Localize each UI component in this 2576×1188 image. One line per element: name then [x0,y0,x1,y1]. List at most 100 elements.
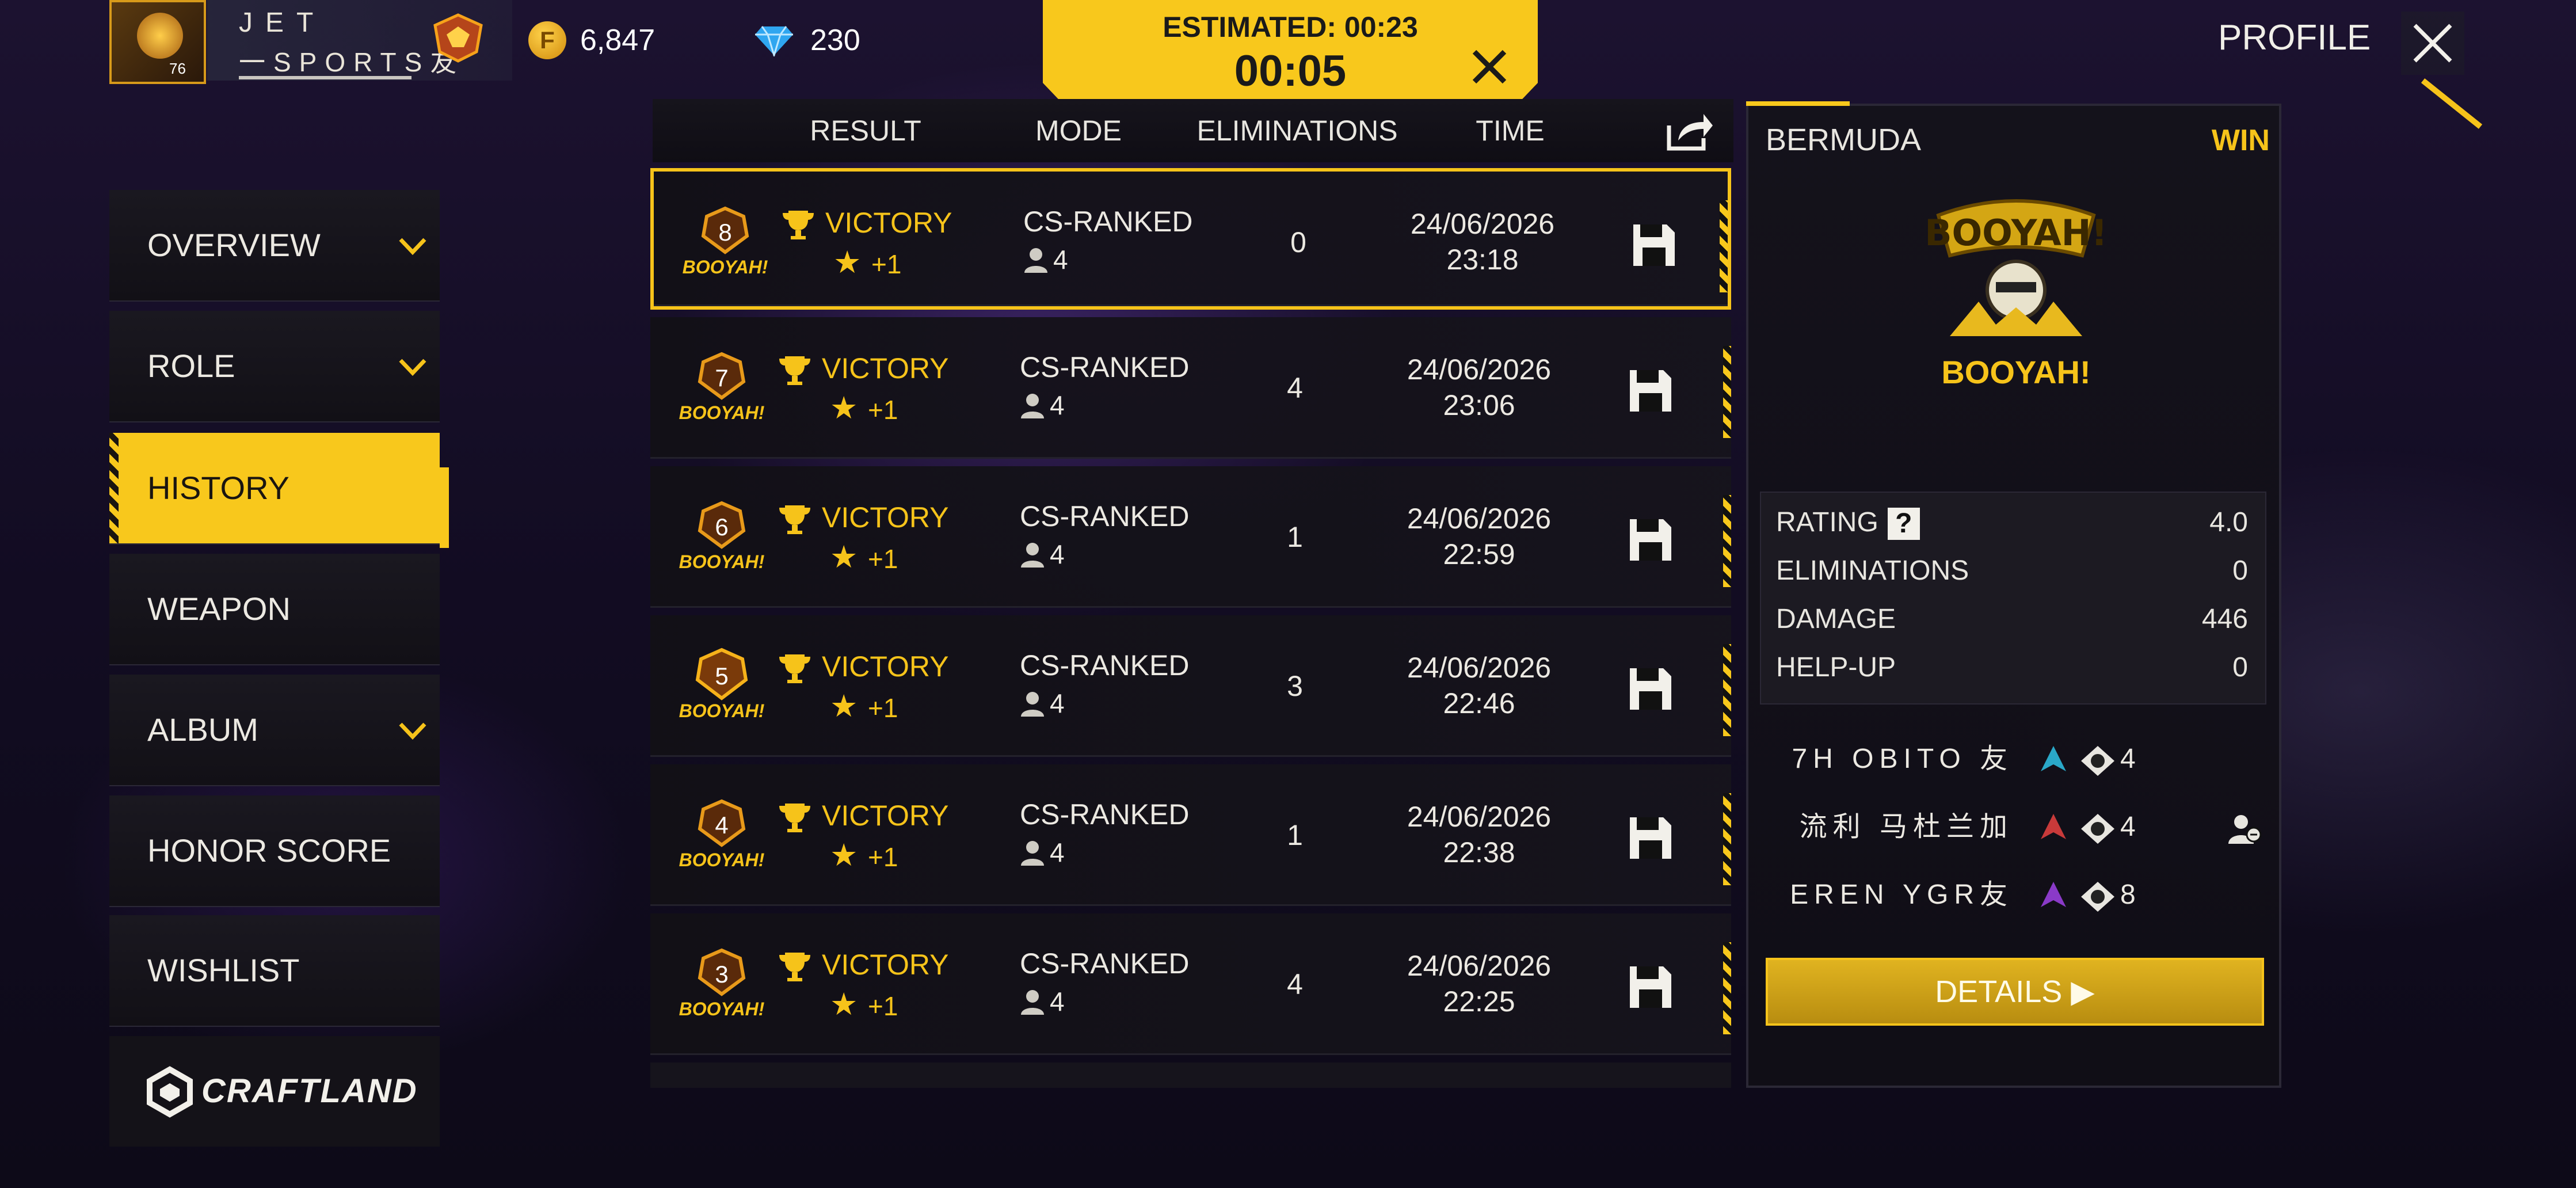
star-icon: ★ [830,987,858,1022]
player-icon [1021,841,1044,866]
craftland-button[interactable]: CRAFTLAND [109,1036,440,1147]
player-icon [1024,248,1047,273]
placement-badge: 5 BOOYAH! [676,648,768,734]
diamond-amount: 230 [810,24,860,57]
menu-weapon[interactable]: WEAPON [109,554,440,664]
details-label: DETAILS ▶ [1935,974,2095,1009]
stat-value: 0 [2232,555,2248,586]
mode-label: CS-RANKED [1020,947,1190,980]
estimated-time: ESTIMATED: 00:23 [1163,11,1418,43]
stats-box: RATING? 4.0 ELIMINATIONS 0 DAMAGE 446 HE… [1760,492,2266,705]
active-stripe [109,433,119,543]
match-time: 23:18 [1446,243,1519,276]
match-row[interactable]: 7 BOOYAH! VICTORY ★ +1 CS-RANKED 4 4 24/… [650,317,1731,459]
booyah-emblem-icon: BOOYAH! [1927,199,2105,336]
match-date: 24/06/2026 [1407,502,1552,535]
menu-label: ALBUM [147,711,258,748]
match-row[interactable]: 3 BOOYAH! VICTORY ★ +1 CS-RANKED 4 4 24/… [650,913,1731,1055]
trophy-icon [779,804,810,832]
craftland-label: CRAFTLAND [201,1072,418,1110]
booyah-tag: BOOYAH! [679,999,765,1019]
placement-badge: 4 BOOYAH! [676,797,768,883]
menu-wishlist[interactable]: WISHLIST [109,915,440,1026]
menu-history[interactable]: HISTORY [109,433,449,548]
diamond-balance: 230 [754,12,860,69]
details-button[interactable]: DETAILS ▶ [1766,958,2264,1026]
player-icon [1021,990,1044,1015]
row-edge-stripe [1723,793,1731,885]
teammate-rank-icon [2041,746,2066,771]
star-icon: ★ [833,245,862,280]
header-time: TIME [1476,115,1545,147]
squad-size: 4 [1050,987,1065,1016]
eliminations-value: 0 [1290,226,1306,258]
eliminations-value: 4 [1287,968,1303,1000]
mode-label: CS-RANKED [1023,205,1193,238]
trophy-icon [779,654,810,683]
map-name: BERMUDA [1766,123,1922,157]
squad-size: 4 [1053,245,1068,275]
share-icon[interactable] [1663,108,1715,154]
teammate-row[interactable]: 流利 马杜兰加 4 [1748,795,2284,859]
row-edge-stripe [1723,942,1731,1034]
trophy-icon [779,505,810,534]
add-friend-icon[interactable] [2226,812,2263,846]
player-name-line1: JET [239,7,326,38]
header-result: RESULT [810,115,921,147]
cancel-matchmaking-icon[interactable] [1466,44,1512,90]
eliminations-value: 1 [1287,521,1303,553]
save-replay-icon[interactable] [1626,814,1675,862]
save-replay-icon[interactable] [1626,665,1675,713]
star-icon: ★ [830,838,858,873]
menu-overview[interactable]: OVERVIEW [109,190,440,300]
save-replay-icon[interactable] [1630,221,1678,269]
trophy-icon [779,356,810,385]
save-replay-icon[interactable] [1626,367,1675,415]
close-icon[interactable] [2401,12,2464,75]
menu-label: ROLE [147,348,235,384]
diamond-icon [755,26,793,56]
eliminations-value: 4 [1287,372,1303,404]
star-gain: +1 [871,249,902,279]
player-avatar[interactable]: 76 [109,0,206,84]
match-time: 22:59 [1443,538,1515,570]
match-row[interactable]: 4 BOOYAH! VICTORY ★ +1 CS-RANKED 4 1 24/… [650,764,1731,906]
menu-album[interactable]: ALBUM [109,675,440,785]
chevron-down-icon [399,722,426,740]
match-row[interactable]: 8 BOOYAH! VICTORY ★ +1 CS-RANKED 4 0 24/… [650,168,1731,310]
stat-value: 0 [2232,652,2248,683]
squad-size: 4 [1050,390,1065,420]
booyah-tag: BOOYAH! [679,551,765,572]
match-row[interactable]: 5 BOOYAH! VICTORY ★ +1 CS-RANKED 4 3 24/… [650,615,1731,757]
star-gain: +1 [868,693,898,723]
match-date: 24/06/2026 [1407,353,1552,386]
player-icon [1021,692,1044,717]
stat-value: 4.0 [2209,507,2248,538]
matchmaking-timer[interactable]: ESTIMATED: 00:23 00:05 [1043,0,1538,104]
row-edge-stripe [1723,644,1731,736]
teammate-row[interactable]: EREN YGR友 8 [1748,863,2284,927]
placement-badge: 8 BOOYAH! [679,204,771,290]
elapsed-time: 00:05 [1234,47,1347,96]
match-date: 24/06/2026 [1407,801,1552,833]
booyah-tag: BOOYAH! [682,257,768,277]
placement-number: 5 [715,662,729,690]
match-time: 22:46 [1443,687,1515,719]
match-row[interactable]: 6 BOOYAH! VICTORY ★ +1 CS-RANKED 4 1 24/… [650,466,1731,608]
row-edge-stripe [1720,200,1728,292]
stat-value: 446 [2201,604,2248,634]
stat-label: DAMAGE [1776,604,1896,634]
help-icon[interactable]: ? [1887,508,1920,540]
save-replay-icon[interactable] [1626,516,1675,564]
placement-number: 7 [715,364,729,391]
menu-label: OVERVIEW [147,227,321,263]
save-replay-icon[interactable] [1626,963,1675,1011]
page-title: PROFILE [2218,18,2371,58]
menu-role[interactable]: ROLE [109,311,440,421]
result-label: VICTORY [822,501,949,534]
booyah-tag: BOOYAH! [679,700,765,721]
teammate-name: 流利 马杜兰加 [1799,812,2013,842]
menu-honor-score[interactable]: HONOR SCORE [109,795,440,906]
mode-label: CS-RANKED [1020,798,1190,831]
teammate-row[interactable]: 7H OBITO 友 4 [1748,728,2284,791]
